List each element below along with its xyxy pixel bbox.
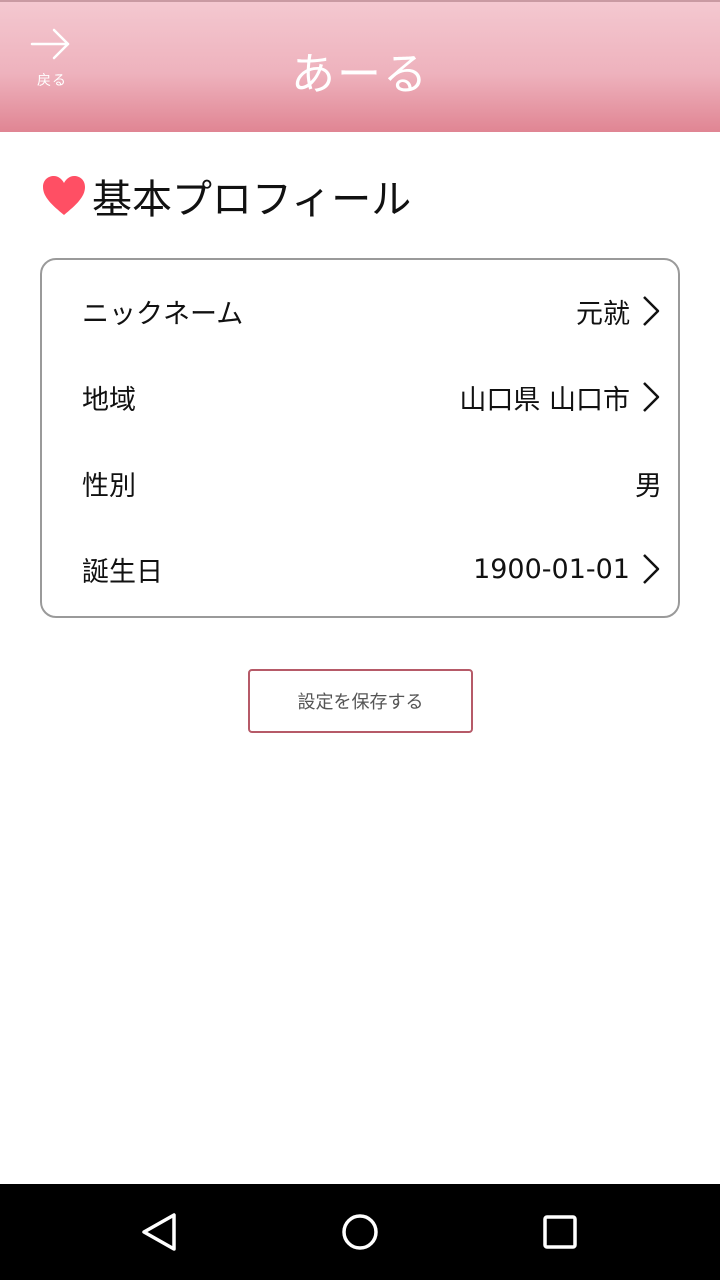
profile-row-birthday[interactable]: 誕生日 1900-01-01 (42, 526, 678, 612)
row-value: 1900-01-01 (473, 553, 630, 585)
chevron-right-icon (643, 296, 660, 326)
profile-card: ニックネーム 元就 地域 山口県 山口市 性別 男 誕生日 1900-01-01 (40, 258, 680, 618)
profile-row-gender: 性別 男 (42, 440, 678, 526)
row-label: 地域 (82, 384, 136, 416)
section-heading: 基本プロフィール (42, 168, 411, 224)
heart-icon (43, 176, 85, 215)
row-label: 性別 (82, 470, 136, 502)
row-value: 男 (635, 470, 662, 502)
app-header: 戻る あーる (0, 0, 720, 132)
section-title: 基本プロフィール (92, 177, 412, 223)
profile-row-region[interactable]: 地域 山口県 山口市 (42, 354, 678, 440)
triangle-back-icon[interactable] (140, 1212, 180, 1252)
row-label: ニックネーム (82, 298, 244, 330)
circle-home-icon[interactable] (340, 1212, 380, 1252)
row-value: 山口県 山口市 (459, 384, 630, 416)
row-label: 誕生日 (82, 556, 163, 588)
chevron-right-icon (643, 554, 660, 584)
chevron-right-icon (643, 382, 660, 412)
row-value: 元就 (576, 298, 630, 330)
profile-row-nickname[interactable]: ニックネーム 元就 (42, 268, 678, 354)
system-nav-bar (0, 1184, 720, 1280)
save-settings-button[interactable]: 設定を保存する (248, 669, 473, 733)
square-recents-icon[interactable] (540, 1212, 580, 1252)
page-title: あーる (291, 49, 429, 100)
